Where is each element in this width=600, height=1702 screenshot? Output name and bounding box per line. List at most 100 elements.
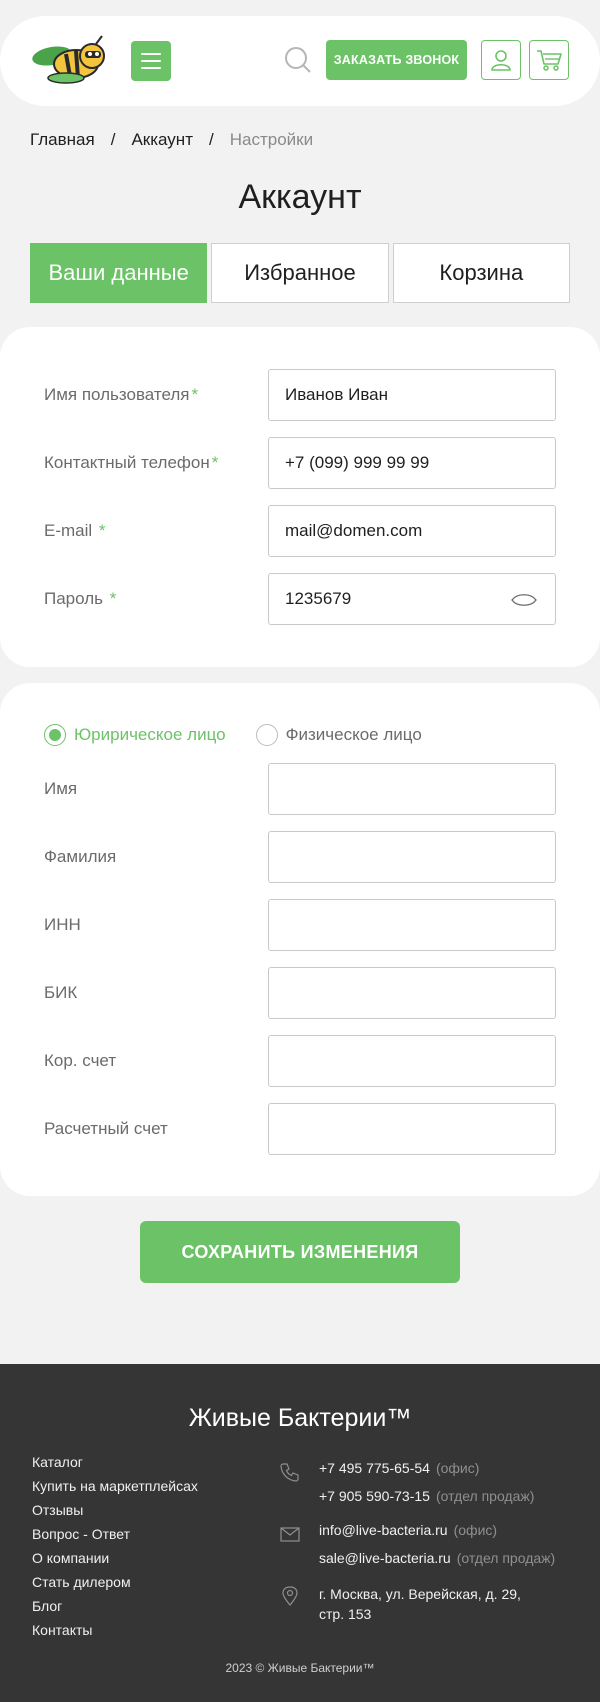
settlement-account-input[interactable] — [268, 1103, 556, 1155]
phone-note: (офис) — [435, 1460, 480, 1476]
footer-link[interactable]: Стать дилером — [32, 1570, 198, 1594]
save-changes-button[interactable]: СОХРАНИТЬ ИЗМЕНЕНИЯ — [140, 1221, 460, 1283]
account-page: ЗАКАЗАТЬ ЗВОНОК Главная / Аккаунт / Наст… — [0, 0, 600, 1702]
password-row: Пароль * 1235679 — [44, 573, 556, 625]
phone-label: Контактный телефон * — [44, 437, 218, 489]
address-text: г. Москва, ул. Верейская, д. 29, стр. 15… — [319, 1586, 521, 1622]
username-label-text: Имя пользователя — [44, 385, 190, 404]
corr-account-input[interactable] — [268, 1035, 556, 1087]
radio-unchecked-icon — [255, 724, 278, 746]
radio-individual[interactable]: Физическое лицо — [255, 724, 422, 746]
radio-checked-icon — [44, 724, 66, 746]
site-header: ЗАКАЗАТЬ ЗВОНОК — [0, 16, 600, 106]
corr-account-label: Кор. счет — [44, 1051, 117, 1070]
first-name-input[interactable] — [268, 763, 556, 815]
menu-icon-line — [141, 53, 161, 55]
email-address[interactable]: info@live-bacteria.ru — [319, 1522, 448, 1538]
breadcrumb-account[interactable]: Аккаунт — [131, 130, 193, 150]
cart-icon — [537, 50, 562, 71]
phone-note: (отдел продаж) — [435, 1488, 535, 1504]
user-icon — [491, 50, 511, 71]
settlement-account-row: Расчетный счет — [44, 1103, 556, 1155]
email-label: E-mail * — [44, 505, 106, 557]
search-icon[interactable] — [283, 45, 313, 75]
required-mark: * — [98, 521, 106, 540]
settlement-account-label: Расчетный счет — [44, 1119, 168, 1138]
email-label-text: E-mail — [44, 521, 97, 540]
breadcrumb-separator: / — [110, 130, 116, 149]
footer-link[interactable]: Отзывы — [32, 1498, 198, 1522]
required-mark: * — [109, 589, 117, 608]
footer-nav: Каталог Купить на маркетплейсах Отзывы В… — [32, 1450, 198, 1642]
radio-legal-entity[interactable]: Юририческое лицо — [44, 724, 226, 746]
phone-input[interactable]: +7 (099) 999 99 99 — [268, 437, 556, 489]
eye-icon[interactable] — [511, 592, 537, 608]
phone-label-text: Контактный телефон — [44, 453, 210, 472]
required-mark: * — [191, 385, 199, 404]
last-name-row: Фамилия — [44, 831, 556, 883]
breadcrumb: Главная / Аккаунт / Настройки — [30, 130, 313, 150]
account-tabs: Ваши данные Избранное Корзина — [30, 243, 570, 303]
footer-link[interactable]: Каталог — [32, 1450, 198, 1474]
password-label-text: Пароль — [44, 589, 108, 608]
account-data-card: Имя пользователя * Иванов Иван Контактный… — [0, 327, 600, 667]
email-row: E-mail * mail@domen.com — [44, 505, 556, 557]
first-name-row: Имя — [44, 763, 556, 815]
breadcrumb-separator: / — [208, 130, 214, 149]
page-title: Аккаунт — [238, 178, 362, 216]
radio-label: Юририческое лицо — [74, 725, 226, 744]
phone-line[interactable]: +7 495 775-65-54 (офис) — [319, 1460, 479, 1476]
password-value: 1235679 — [285, 589, 352, 608]
password-label: Пароль * — [44, 573, 116, 625]
tab-cart[interactable]: Корзина — [392, 243, 570, 303]
location-pin-icon — [282, 1586, 298, 1606]
tab-favorites[interactable]: Избранное — [211, 243, 389, 303]
footer-brand: Живые Бактерии™ — [188, 1404, 412, 1432]
phone-icon — [280, 1463, 299, 1482]
footer-link[interactable]: Купить на маркетплейсах — [32, 1474, 198, 1498]
logo-bee[interactable] — [30, 34, 110, 86]
bik-input[interactable] — [268, 967, 556, 1019]
footer-link[interactable]: Блог — [32, 1594, 198, 1618]
bik-label: БИК — [44, 983, 78, 1002]
account-button[interactable] — [481, 40, 521, 80]
breadcrumb-current: Настройки — [229, 130, 314, 149]
radio-label: Физическое лицо — [285, 725, 422, 744]
menu-icon-line — [141, 67, 161, 69]
corr-account-row: Кор. счет — [44, 1035, 556, 1087]
email-line[interactable]: sale@live-bacteria.ru (отдел продаж) — [319, 1550, 555, 1566]
email-input[interactable]: mail@domen.com — [268, 505, 556, 557]
copyright: 2023 © Живые Бактерии™ — [225, 1661, 375, 1675]
username-label: Имя пользователя * — [44, 369, 198, 421]
inn-label: ИНН — [44, 915, 81, 934]
email-address[interactable]: sale@live-bacteria.ru — [319, 1550, 451, 1566]
mail-icon — [280, 1527, 300, 1542]
email-line[interactable]: info@live-bacteria.ru (офис) — [319, 1522, 497, 1538]
inn-row: ИНН — [44, 899, 556, 951]
last-name-label: Фамилия — [44, 847, 117, 866]
footer-link[interactable]: О компании — [32, 1546, 198, 1570]
site-footer: Живые Бактерии™ Каталог Купить на маркет… — [0, 1364, 600, 1702]
tab-your-data[interactable]: Ваши данные — [30, 243, 208, 303]
footer-link[interactable]: Контакты — [32, 1618, 198, 1642]
phone-number[interactable]: +7 495 775-65-54 — [319, 1460, 430, 1476]
footer-link[interactable]: Вопрос - Ответ — [32, 1522, 198, 1546]
email-note: (отдел продаж) — [456, 1550, 556, 1566]
phone-number[interactable]: +7 905 590-73-15 — [319, 1488, 430, 1504]
last-name-input[interactable] — [268, 831, 556, 883]
phone-line[interactable]: +7 905 590-73-15 (отдел продаж) — [319, 1488, 534, 1504]
order-call-button[interactable]: ЗАКАЗАТЬ ЗВОНОК — [326, 40, 467, 80]
username-row: Имя пользователя * Иванов Иван — [44, 369, 556, 421]
menu-icon-line — [141, 60, 161, 62]
cart-button[interactable] — [529, 40, 569, 80]
phone-row: Контактный телефон * +7 (099) 999 99 99 — [44, 437, 556, 489]
username-input[interactable]: Иванов Иван — [268, 369, 556, 421]
menu-button[interactable] — [131, 41, 171, 81]
inn-input[interactable] — [268, 899, 556, 951]
breadcrumb-home[interactable]: Главная — [30, 130, 95, 150]
entity-type-selector: Юририческое лицо Физическое лицо — [44, 722, 422, 748]
first-name-label: Имя — [44, 779, 78, 798]
password-input[interactable]: 1235679 — [268, 573, 556, 625]
bik-row: БИК — [44, 967, 556, 1019]
required-mark: * — [211, 453, 219, 472]
